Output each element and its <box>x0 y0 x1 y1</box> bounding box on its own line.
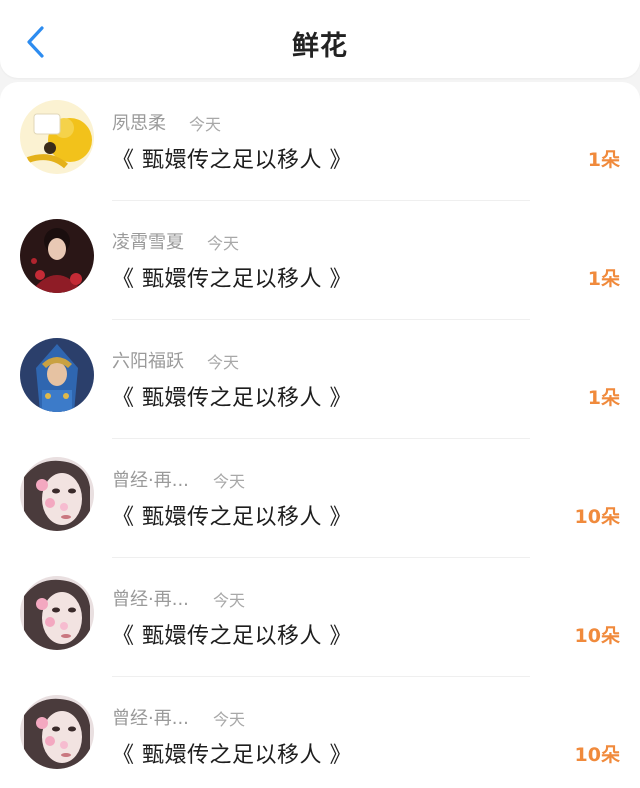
avatar[interactable] <box>20 338 94 412</box>
sender-name: 夙思柔 <box>112 113 166 134</box>
red-dress-woman-avatar-icon <box>20 219 94 293</box>
flower-count: 10朵 <box>574 744 620 766</box>
send-time: 今天 <box>213 710 246 729</box>
send-time: 今天 <box>189 115 222 134</box>
sender-name: 凌霄雪夏 <box>112 232 184 253</box>
flower-records-list: 夙思柔 今天 《 甄嬛传之足以移人 》 1朵 凌霄雪夏 今天 《 甄嬛传之足以移… <box>0 82 640 788</box>
send-time: 今天 <box>213 472 246 491</box>
send-time: 今天 <box>207 353 240 372</box>
list-item[interactable]: 凌霄雪夏 今天 《 甄嬛传之足以移人 》 1朵 <box>0 201 640 320</box>
sender-name: 六阳福跃 <box>112 351 184 372</box>
top-bar: 鲜花 <box>0 0 640 78</box>
list-item[interactable]: 曾经·再... 今天 《 甄嬛传之足以移人 》 10朵 <box>0 558 640 677</box>
flower-count: 10朵 <box>574 625 620 647</box>
page-title: 鲜花 <box>292 31 348 62</box>
sender-name: 曾经·再... <box>112 708 189 729</box>
list-item[interactable]: 曾经·再... 今天 《 甄嬛传之足以移人 》 10朵 <box>0 439 640 558</box>
avatar[interactable] <box>20 457 94 531</box>
list-item[interactable]: 夙思柔 今天 《 甄嬛传之足以移人 》 1朵 <box>0 82 640 201</box>
list-item[interactable]: 曾经·再... 今天 《 甄嬛传之足以移人 》 10朵 <box>0 677 640 788</box>
flower-mask-girl-avatar-icon <box>20 576 94 650</box>
book-title: 《 甄嬛传之足以移人 》 <box>112 386 352 411</box>
sender-name: 曾经·再... <box>112 470 189 491</box>
list-item[interactable]: 六阳福跃 今天 《 甄嬛传之足以移人 》 1朵 <box>0 320 640 439</box>
avatar[interactable] <box>20 576 94 650</box>
flower-mask-girl-avatar-icon <box>20 695 94 769</box>
flower-count: 1朵 <box>587 268 620 290</box>
sender-name: 曾经·再... <box>112 589 189 610</box>
book-title: 《 甄嬛传之足以移人 》 <box>112 624 352 649</box>
yellow-costume-avatar-icon <box>20 100 94 174</box>
flower-count: 1朵 <box>587 387 620 409</box>
book-title: 《 甄嬛传之足以移人 》 <box>112 505 352 530</box>
flower-count: 10朵 <box>574 506 620 528</box>
send-time: 今天 <box>213 591 246 610</box>
avatar[interactable] <box>20 695 94 769</box>
hooded-warrior-avatar-icon <box>20 338 94 412</box>
avatar[interactable] <box>20 219 94 293</box>
book-title: 《 甄嬛传之足以移人 》 <box>112 267 352 292</box>
avatar[interactable] <box>20 100 94 174</box>
book-title: 《 甄嬛传之足以移人 》 <box>112 148 352 173</box>
flower-mask-girl-avatar-icon <box>20 457 94 531</box>
send-time: 今天 <box>207 234 240 253</box>
book-title: 《 甄嬛传之足以移人 》 <box>112 743 352 768</box>
flower-count: 1朵 <box>587 149 620 171</box>
